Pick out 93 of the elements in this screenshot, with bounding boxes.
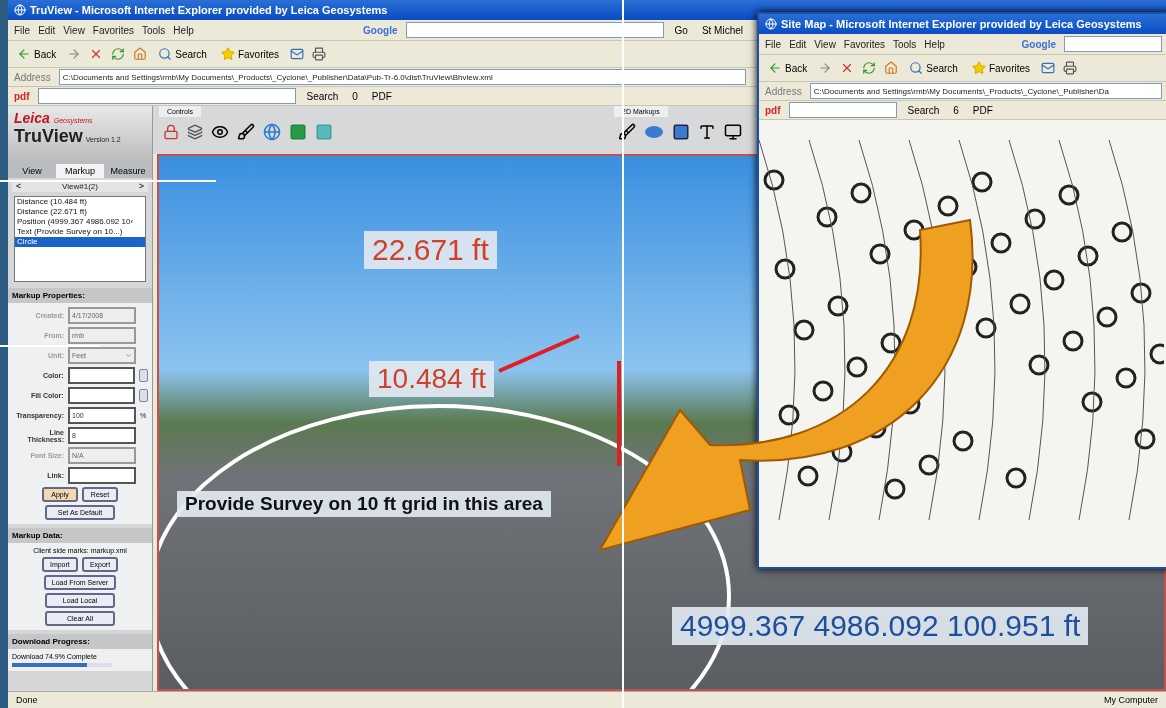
print-icon[interactable] [312, 47, 327, 61]
page-icon [765, 18, 777, 30]
lock-icon[interactable] [163, 124, 179, 140]
mail-icon[interactable] [1041, 61, 1056, 75]
chevron-down-icon [125, 352, 132, 359]
globe-icon[interactable] [263, 123, 281, 141]
pdf-search-button[interactable]: Search [904, 103, 943, 117]
product-name: TruView [14, 126, 83, 147]
section-title: Download Progress: [8, 634, 152, 649]
markup-list-item[interactable]: Position (4999.367 4986.092 10‹ [15, 217, 145, 227]
menu-item[interactable]: File [14, 24, 31, 36]
google-logo: Google [363, 24, 398, 36]
refresh-icon[interactable] [111, 47, 126, 61]
menu-item[interactable]: Edit [789, 38, 807, 50]
color-picker-button[interactable] [139, 369, 148, 382]
section-title: Markup Data: [8, 528, 152, 543]
pdf-button[interactable]: PDF [368, 89, 395, 103]
rectangle-icon[interactable] [672, 123, 690, 141]
print-icon[interactable] [1063, 61, 1078, 75]
back-arrow-icon [768, 61, 782, 75]
menu-item[interactable]: View [814, 38, 836, 50]
position-label: 4999.367 4986.092 100.951 ft [672, 607, 1089, 645]
grid-icon[interactable] [289, 123, 307, 141]
distance-label: 10.484 ft [369, 361, 494, 397]
markup-list-item[interactable]: Distance (10.484 ft) [15, 197, 145, 207]
pdf-search-button[interactable]: Search [303, 89, 342, 103]
page-count-button[interactable]: 6 [950, 103, 962, 117]
search-icon [909, 61, 924, 75]
markup-list-item[interactable]: Distance (22.671 ft) [15, 207, 145, 217]
text-markup: Provide Survey on 10 ft grid in this area [177, 491, 551, 517]
window-title: TruView - Microsoft Internet Explorer provided by Leica Geosystems [30, 4, 388, 16]
go-button[interactable]: Go [671, 23, 691, 37]
google-search-field[interactable] [1064, 36, 1162, 52]
google-search-field[interactable] [405, 22, 664, 38]
page-count-button[interactable]: 0 [349, 89, 361, 103]
pdf-button[interactable]: PDF [969, 103, 996, 117]
menu-item[interactable]: File [765, 38, 782, 50]
brush-icon[interactable] [237, 123, 255, 141]
favorites-button[interactable]: Favorites [968, 60, 1034, 76]
menu-item[interactable]: Favorites [843, 38, 885, 50]
ellipse-icon[interactable] [644, 125, 664, 139]
user-button[interactable]: St Michel [698, 23, 746, 37]
view-label: View#1(2) [62, 181, 98, 191]
home-icon[interactable] [133, 47, 148, 61]
back-button[interactable]: Back [14, 46, 60, 62]
search-icon [158, 47, 173, 61]
brush-icon[interactable] [618, 123, 636, 141]
previous-button[interactable]: < [16, 181, 22, 191]
status-text: My Computer [1104, 695, 1158, 705]
markup-list-item[interactable]: Circle [15, 237, 145, 247]
mail-icon[interactable] [290, 47, 305, 61]
next-button[interactable]: > [138, 181, 144, 191]
page-icon [14, 4, 26, 16]
color-picker-button[interactable] [139, 389, 148, 402]
menu-item[interactable]: Help [924, 38, 945, 50]
back-button[interactable]: Back [765, 60, 811, 76]
menu-item[interactable]: Favorites [92, 24, 134, 36]
window-title: Site Map - Microsoft Internet Explorer provided by Leica Geosystems [781, 18, 1142, 30]
input-field[interactable] [68, 467, 136, 484]
distance-label: 22.671 ft [364, 231, 497, 269]
pdf-logo: pdf [14, 90, 30, 102]
menu-item[interactable]: View [63, 24, 85, 36]
favorites-button[interactable]: Favorites [217, 46, 283, 62]
markup-list-item[interactable]: Text (Provide Survey on 10...) [15, 227, 145, 237]
menu-item[interactable]: Tools [893, 38, 917, 50]
input-field[interactable] [67, 387, 136, 404]
menu-item[interactable]: Tools [142, 24, 166, 36]
grid-icon[interactable] [315, 123, 333, 141]
pdf-search-field[interactable] [788, 102, 897, 118]
address-field[interactable]: C:\Documents and Settings\rmb\My Documents\_Products\_Cyclone\_Publisher\Da [809, 83, 1162, 99]
eye-icon[interactable] [211, 123, 229, 141]
address-label: Address [765, 85, 802, 97]
section-title: Markup Properties: [8, 288, 152, 303]
home-icon[interactable] [884, 61, 899, 75]
pdf-logo: pdf [765, 104, 781, 116]
pdf-search-field[interactable] [37, 88, 296, 104]
menu-item[interactable]: Help [173, 24, 194, 36]
text-icon[interactable] [698, 123, 716, 141]
google-logo: Google [1021, 38, 1056, 50]
input-field[interactable] [67, 367, 136, 384]
forward-icon[interactable] [818, 61, 833, 75]
refresh-icon[interactable] [862, 61, 877, 75]
status-text: Done [16, 695, 38, 705]
forward-icon[interactable] [67, 47, 82, 61]
menu-item[interactable]: Edit [38, 24, 56, 36]
search-button[interactable]: Search [906, 60, 961, 76]
star-icon [971, 61, 986, 75]
tab[interactable]: Markup [56, 164, 104, 178]
address-label: Address [14, 71, 51, 83]
address-field[interactable]: C:\Documents and Settings\rmb\My Documents\_Products\_Cyclone\_Publisher\Data\Pub-Tr-6.0\dist\TruView\Bhview.xml [58, 69, 746, 85]
search-button[interactable]: Search [155, 46, 210, 62]
layers-icon[interactable] [187, 124, 203, 140]
star-icon [220, 47, 235, 61]
